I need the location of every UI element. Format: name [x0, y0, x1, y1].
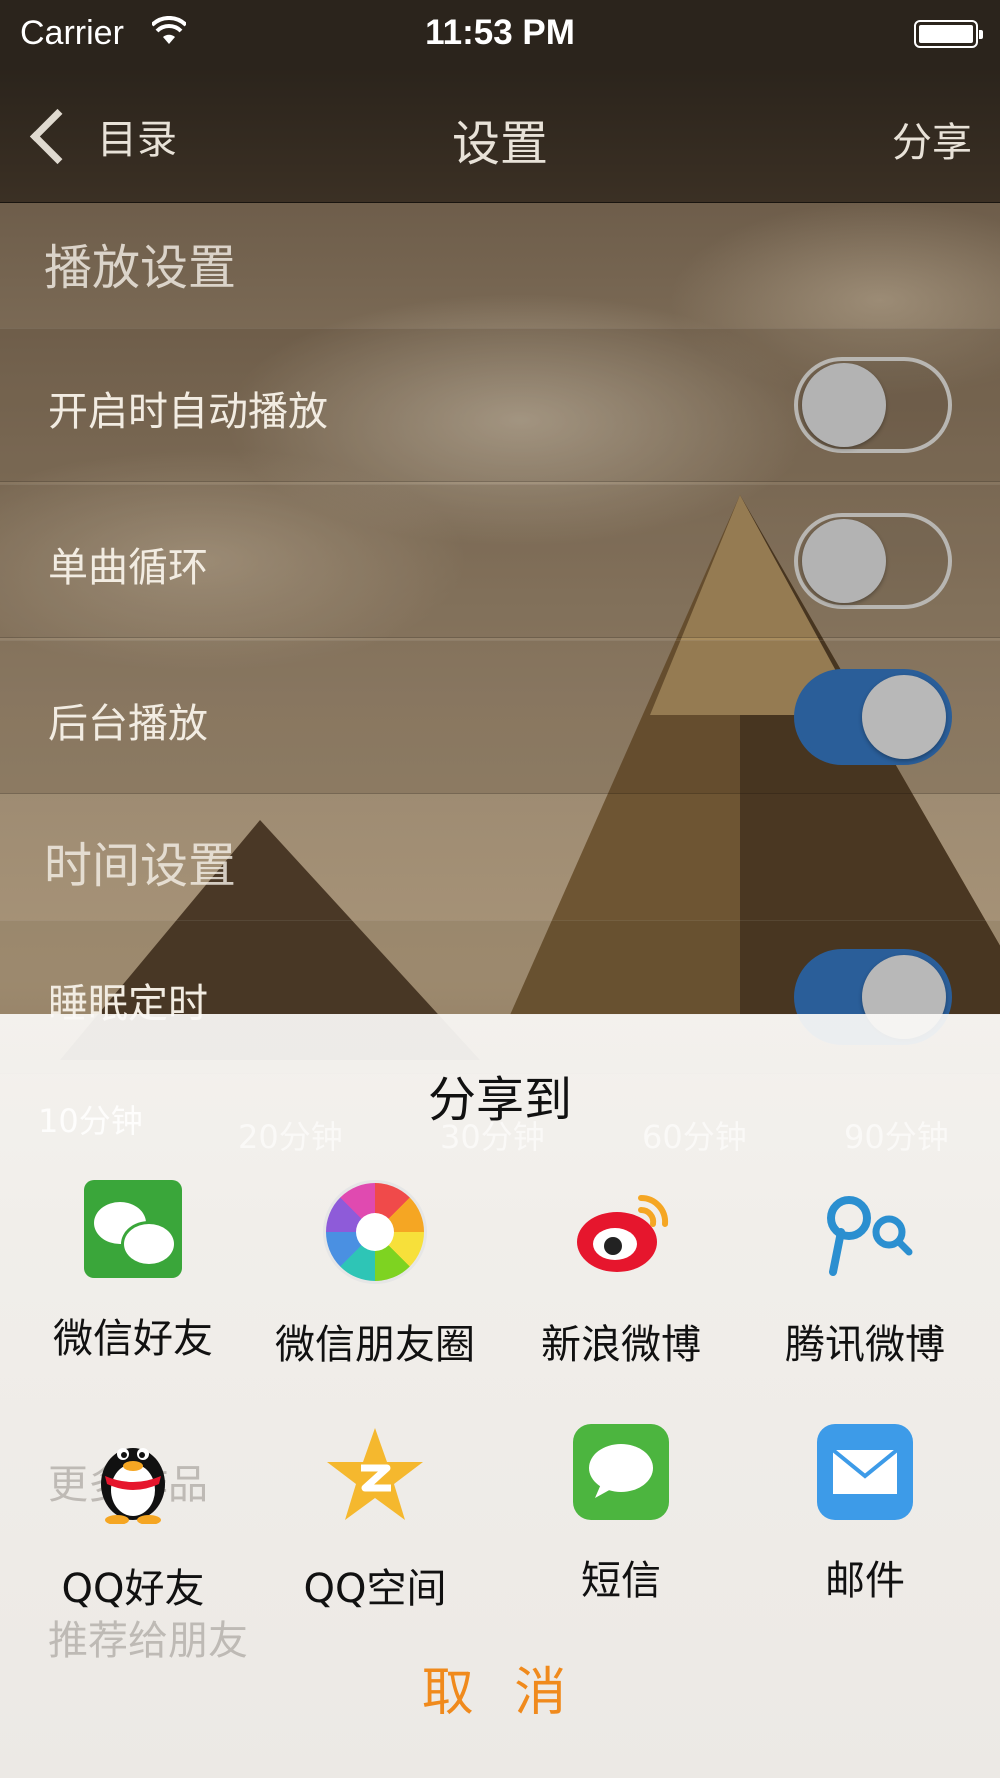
setting-row-autoplay: 开启时自动播放	[0, 328, 1000, 482]
share-button[interactable]: 分享	[892, 110, 972, 168]
share-tencent-weibo[interactable]: 腾讯微博	[740, 1180, 990, 1370]
share-label: 新浪微博	[541, 1322, 701, 1368]
section-title-playback: 播放设置	[44, 240, 237, 296]
setting-row-background-play: 后台播放	[0, 640, 1000, 794]
share-qzone[interactable]: QQ空间	[250, 1424, 500, 1614]
wechat-icon	[84, 1180, 182, 1278]
background-play-toggle[interactable]	[794, 669, 952, 765]
share-sheet: 10分钟 20分钟 30分钟 60分钟 90分钟 更多作品 推荐给朋友 分享到 …	[0, 1014, 1000, 1778]
toggle-knob	[802, 363, 886, 447]
share-label: QQ好友	[61, 1566, 205, 1612]
share-label: 邮件	[825, 1558, 905, 1604]
share-label: 短信	[581, 1558, 661, 1604]
share-sms[interactable]: 短信	[496, 1424, 746, 1606]
sina-weibo-icon	[577, 1194, 669, 1272]
page-title: 设置	[451, 116, 548, 172]
share-mail[interactable]: 邮件	[740, 1424, 990, 1606]
qzone-star-icon	[327, 1428, 423, 1520]
battery-icon	[914, 20, 983, 48]
share-label: 微信好友	[53, 1316, 213, 1362]
share-label: QQ空间	[303, 1566, 447, 1612]
status-bar: Carrier 11:53 PM	[0, 0, 1000, 68]
qq-penguin-icon	[101, 1448, 165, 1525]
messages-icon	[573, 1424, 669, 1520]
tencent-weibo-icon	[827, 1196, 913, 1276]
setting-label: 单曲循环	[48, 545, 208, 591]
toggle-knob	[802, 519, 886, 603]
share-wechat-friends[interactable]: 微信好友	[8, 1180, 258, 1364]
setting-row-single-loop: 单曲循环	[0, 484, 1000, 638]
toggle-knob	[862, 675, 946, 759]
navigation-bar: 目录 设置 分享	[0, 68, 1000, 203]
share-sheet-title: 分享到	[427, 1072, 572, 1128]
cancel-button[interactable]: 取 消	[0, 1650, 1000, 1725]
share-label: 腾讯微博	[785, 1322, 945, 1368]
share-qq-friends[interactable]: QQ好友	[8, 1424, 258, 1614]
setting-label: 后台播放	[48, 701, 208, 747]
settings-screen: Carrier 11:53 PM 目录 设置 分享 播放设置 开启时自动播放 单…	[0, 0, 1000, 1778]
mail-icon	[817, 1424, 913, 1520]
single-loop-toggle[interactable]	[794, 513, 952, 609]
share-sina-weibo[interactable]: 新浪微博	[496, 1180, 746, 1370]
section-title-time: 时间设置	[44, 838, 237, 894]
clock: 11:53 PM	[425, 13, 575, 52]
setting-label: 开启时自动播放	[48, 389, 328, 435]
autoplay-toggle[interactable]	[794, 357, 952, 453]
wechat-moments-icon	[323, 1180, 427, 1284]
share-wechat-moments[interactable]: 微信朋友圈	[250, 1180, 500, 1370]
share-label: 微信朋友圈	[275, 1322, 475, 1368]
